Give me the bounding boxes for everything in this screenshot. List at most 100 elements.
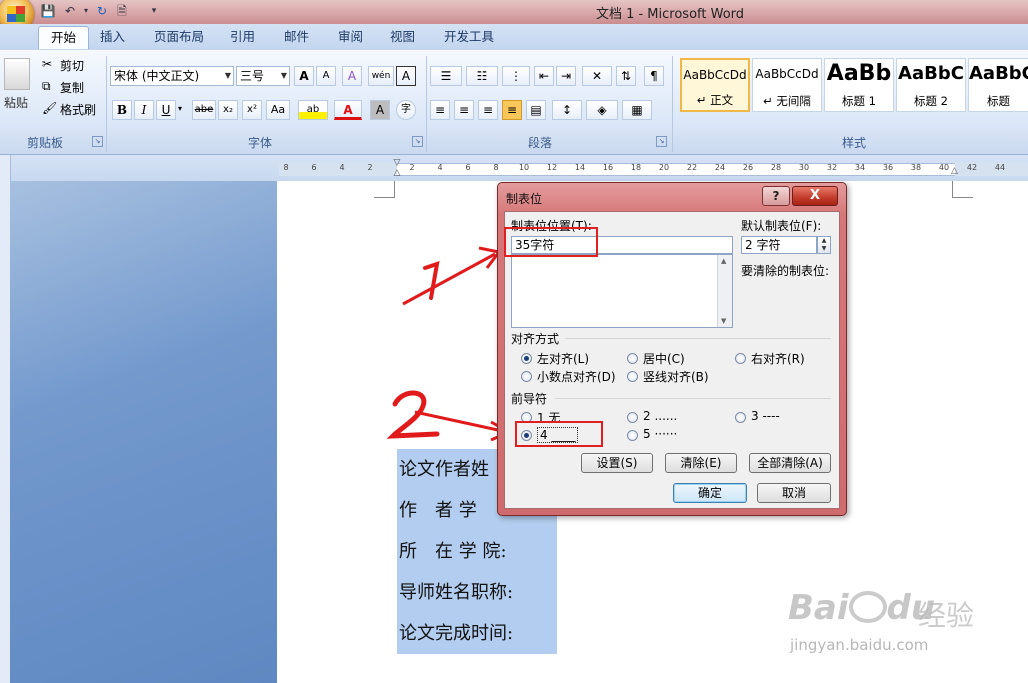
- save-icon[interactable]: 💾: [40, 3, 56, 19]
- tab-review[interactable]: 审阅: [326, 26, 375, 48]
- tab-references[interactable]: 引用: [218, 26, 267, 48]
- style-normal[interactable]: AaBbCcDd ↵ 正文: [680, 58, 750, 112]
- multilevel-list-icon[interactable]: ⋮: [502, 66, 530, 86]
- show-marks-icon[interactable]: ¶: [644, 66, 664, 86]
- tab-stop-list[interactable]: ▲ ▼: [511, 254, 733, 328]
- align-bar-radio[interactable]: [627, 371, 638, 382]
- align-left-label[interactable]: 左对齐(L): [537, 350, 589, 367]
- align-center-icon[interactable]: ≡: [454, 100, 474, 120]
- style-heading-2[interactable]: AaBbC 标题 2: [896, 58, 966, 112]
- paragraph-shading-icon[interactable]: ◈: [586, 100, 618, 120]
- paste-icon[interactable]: [4, 58, 30, 90]
- default-tab-input[interactable]: 2 字符: [741, 236, 817, 254]
- align-center-label[interactable]: 居中(C): [643, 350, 685, 367]
- change-case-button[interactable]: Aa: [266, 100, 290, 120]
- tab-view[interactable]: 视图: [378, 26, 427, 48]
- font-name-select[interactable]: 宋体 (中文正文) ▼: [110, 66, 234, 86]
- numbering-icon[interactable]: ☷: [466, 66, 498, 86]
- align-right-label[interactable]: 右对齐(R): [751, 350, 805, 367]
- style-title[interactable]: AaBbC 标题: [968, 58, 1028, 112]
- set-button[interactable]: 设置(S): [581, 453, 653, 473]
- line-spacing-icon[interactable]: ↕: [552, 100, 582, 120]
- undo-icon[interactable]: ↶: [62, 3, 78, 19]
- distributed-icon[interactable]: ▤: [526, 100, 546, 120]
- chinese-layout-icon[interactable]: ✕: [582, 66, 612, 86]
- leader-dots-radio[interactable]: [627, 412, 638, 423]
- align-left-radio[interactable]: [521, 353, 532, 364]
- chevron-down-icon[interactable]: ▾: [178, 104, 182, 113]
- indent-marker-icon[interactable]: ▽ △: [392, 158, 402, 178]
- align-right-icon[interactable]: ≡: [478, 100, 498, 120]
- clear-format-button[interactable]: A: [342, 66, 362, 86]
- paste-button[interactable]: 粘贴: [4, 94, 28, 111]
- highlight-button[interactable]: ab: [298, 100, 328, 120]
- tab-developer[interactable]: 开发工具: [432, 26, 506, 48]
- clipboard-launcher-icon[interactable]: ↘: [92, 136, 103, 147]
- style-heading-1[interactable]: AaBb 标题 1: [824, 58, 894, 112]
- char-shading-button[interactable]: A: [370, 100, 390, 120]
- ruler-number: 28: [770, 163, 782, 172]
- justify-icon[interactable]: ≡: [502, 100, 522, 120]
- copy-button[interactable]: 复制: [60, 79, 84, 96]
- style-no-spacing[interactable]: AaBbCcDd ↵ 无间隔: [752, 58, 822, 112]
- enclose-char-button[interactable]: 字: [396, 100, 416, 120]
- align-right-radio[interactable]: [735, 353, 746, 364]
- doc-line[interactable]: 所 在 学 院:: [397, 531, 557, 572]
- align-bar-label[interactable]: 竖线对齐(B): [643, 368, 709, 385]
- spinner-icon[interactable]: ▲ ▼: [817, 236, 831, 254]
- underline-button[interactable]: U: [156, 100, 176, 120]
- leader-dashes-radio[interactable]: [735, 412, 746, 423]
- bold-button[interactable]: B: [112, 100, 132, 120]
- ok-button[interactable]: 确定: [673, 483, 747, 503]
- help-button[interactable]: ?: [762, 186, 790, 206]
- grow-font-button[interactable]: A: [294, 66, 314, 86]
- cut-button[interactable]: 剪切: [60, 57, 84, 74]
- right-indent-marker-icon[interactable]: △: [951, 166, 958, 176]
- ruler-number: 32: [826, 163, 838, 172]
- scroll-up-icon[interactable]: ▲: [721, 257, 726, 265]
- format-painter-button[interactable]: 格式刷: [60, 101, 96, 118]
- leader-dots-label[interactable]: 2 ......: [643, 409, 677, 423]
- align-decimal-radio[interactable]: [521, 371, 532, 382]
- paragraph-launcher-icon[interactable]: ↘: [656, 136, 667, 147]
- list-scrollbar[interactable]: ▲ ▼: [717, 255, 732, 327]
- align-decimal-label[interactable]: 小数点对齐(D): [537, 368, 616, 385]
- leader-middots-radio[interactable]: [627, 430, 638, 441]
- align-left-icon[interactable]: ≡: [430, 100, 450, 120]
- leader-dashes-label[interactable]: 3 ----: [751, 409, 780, 423]
- close-button[interactable]: X: [792, 186, 838, 206]
- align-center-radio[interactable]: [627, 353, 638, 364]
- subscript-button[interactable]: x₂: [218, 100, 238, 120]
- undo-dropdown-icon[interactable]: ▾: [78, 3, 94, 19]
- tab-page-layout[interactable]: 页面布局: [142, 26, 216, 48]
- clear-button[interactable]: 清除(E): [665, 453, 737, 473]
- clear-all-button[interactable]: 全部清除(A): [749, 453, 831, 473]
- superscript-button[interactable]: x²: [242, 100, 262, 120]
- font-color-button[interactable]: A: [334, 100, 362, 120]
- customize-qat-icon[interactable]: ▾: [146, 3, 162, 19]
- phonetic-guide-button[interactable]: wén: [368, 66, 394, 86]
- tab-insert[interactable]: 插入: [88, 26, 137, 48]
- sort-icon[interactable]: ⇅: [616, 66, 636, 86]
- borders-icon[interactable]: ▦: [622, 100, 652, 120]
- shrink-font-button[interactable]: A: [316, 66, 336, 86]
- doc-line[interactable]: 导师姓名职称:: [397, 572, 557, 613]
- char-border-button[interactable]: A: [396, 66, 416, 86]
- redo-icon[interactable]: ↻: [94, 3, 110, 19]
- increase-indent-icon[interactable]: ⇥: [556, 66, 576, 86]
- group-separator: [672, 56, 673, 152]
- ruler-number: 4: [437, 163, 443, 172]
- scroll-down-icon[interactable]: ▼: [721, 317, 726, 325]
- leader-middots-label[interactable]: 5 ······: [643, 427, 677, 441]
- italic-button[interactable]: I: [134, 100, 154, 120]
- strikethrough-button[interactable]: abe: [192, 100, 216, 120]
- cancel-button[interactable]: 取消: [757, 483, 831, 503]
- font-size-select[interactable]: 三号 ▼: [236, 66, 290, 86]
- doc-line[interactable]: 论文完成时间:: [397, 613, 557, 654]
- decrease-indent-icon[interactable]: ⇤: [534, 66, 554, 86]
- print-preview-icon[interactable]: 🗎: [114, 3, 130, 19]
- tab-mailings[interactable]: 邮件: [272, 26, 321, 48]
- bullets-icon[interactable]: ☰: [430, 66, 462, 86]
- font-launcher-icon[interactable]: ↘: [412, 136, 423, 147]
- tab-home[interactable]: 开始: [38, 26, 90, 49]
